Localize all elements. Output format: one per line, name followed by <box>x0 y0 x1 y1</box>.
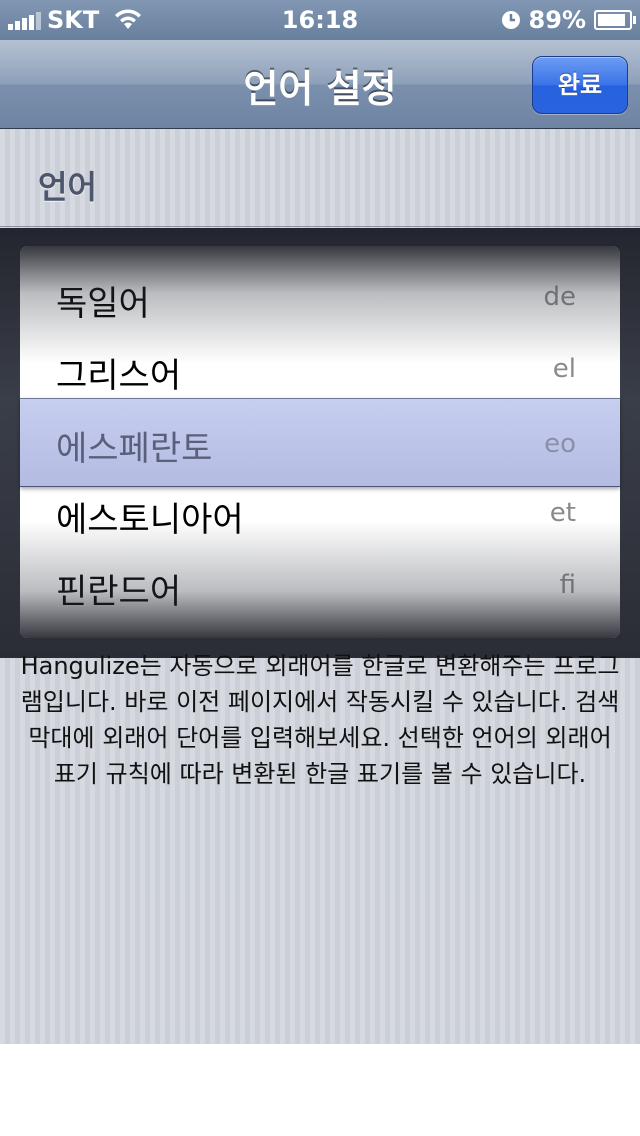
done-button[interactable]: 완료 <box>532 56 628 114</box>
battery-percent: 89% <box>528 6 586 34</box>
language-code: de <box>543 282 577 312</box>
picker-selection-bar[interactable]: 에스페란토 eo <box>20 398 620 487</box>
language-code: et <box>549 498 576 528</box>
description-text: Hangulize는 자동으로 외래어를 한글로 변환해주는 프로그램입니다. … <box>20 652 620 788</box>
selected-language-code: eo <box>544 429 576 459</box>
picker-row[interactable]: 독일어 de <box>20 262 620 334</box>
picker-row[interactable]: 에스토니아어 et <box>20 478 620 550</box>
divider <box>0 226 640 227</box>
navigation-bar: 언어 설정 완료 <box>0 40 640 129</box>
status-right: 89% <box>501 6 636 34</box>
picker-row[interactable]: 핀란드어 fi <box>20 550 620 622</box>
clock-icon <box>501 11 520 29</box>
battery-icon <box>594 10 636 30</box>
language-name: 그리스어 <box>56 356 182 396</box>
picker-row[interactable]: 그리스어 el <box>20 334 620 406</box>
language-name: 핀란드어 <box>56 572 182 612</box>
status-bar: SKT 16:18 89% <box>0 0 640 40</box>
section-header: 언어 <box>38 168 97 206</box>
language-name: 에스토니아어 <box>56 500 244 540</box>
language-name: 독일어 <box>56 284 150 324</box>
selected-language-name: 에스페란토 <box>56 429 213 469</box>
language-code: fi <box>559 570 576 600</box>
language-code: el <box>552 354 576 384</box>
